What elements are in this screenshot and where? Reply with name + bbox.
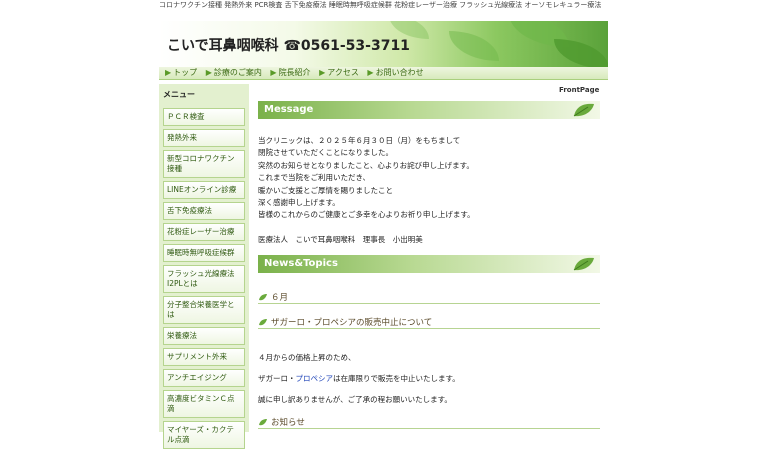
sidebar-item-sleep-apnea[interactable]: 睡眠時無呼吸症候群 [163,244,245,262]
message-body: 当クリニックは、２０２５年６月３０日（月）をもちまして 閉院させていただくことに… [258,135,600,222]
notice-heading: お知らせ [258,416,600,429]
notice-heading-text: お知らせ [271,418,305,428]
signature: 医療法人 こいで耳鼻咽喉科 理事長 小出明美 [258,235,423,244]
nav-contact[interactable]: ▶ お問い合わせ [367,67,423,79]
nav-label: お問い合わせ [375,68,424,77]
sidebar-item-line[interactable]: LINEオンライン診療 [163,181,245,199]
sidebar-item-nutrition[interactable]: 栄養療法 [163,327,245,345]
sidebar-item-myers[interactable]: マイヤーズ・カクテル点滴 [163,421,245,449]
month-heading: ６月 [258,291,600,304]
leaf-icon [573,257,594,271]
message-line: 深く感謝申し上げます。 [258,198,340,208]
topic-line: ザガーロ・プロペシアは在庫限りで販売を中止いたします。 [258,373,460,384]
leaf-decoration [554,39,608,67]
topic-text: ザガーロ・ [258,374,296,383]
message-line: 皆様のこれからのご健康とご多幸を心よりお祈り申し上げます。 [258,210,475,220]
leaf-decoration [449,31,499,61]
news-banner: News&Topics [258,255,600,273]
message-line: 閉院させていただくことになりました。 [258,148,393,158]
breadcrumb[interactable]: FrontPage [559,86,599,94]
message-line: これまで当院をご利用いただき、 [258,173,370,183]
message-line: 当クリニックは、２０２５年６月３０日（月）をもちまして [258,136,461,145]
nav-label: トップ [173,68,198,77]
sidebar-item-laser[interactable]: 花粉症レーザー治療 [163,223,245,241]
arrow-icon: ▶ [165,68,172,77]
leaf-icon [573,103,594,117]
sidebar-menu: ＰＣＲ検査 発熱外来 新型コロナワクチン接種 LINEオンライン診療 舌下免疫療… [163,108,245,452]
arrow-icon: ▶ [205,68,212,77]
clinic-name[interactable]: こいで耳鼻咽喉科 ☎0561-53-3711 [167,35,410,55]
leaf-bullet-icon [259,294,267,301]
propecia-link[interactable]: プロペシア [296,374,334,383]
message-line: 突然のお知らせとなりましたこと、心よりお詫び申し上げます。 [258,160,474,170]
topic-line: ４月からの価格上昇のため、 [258,353,356,362]
nav-top[interactable]: ▶ トップ [165,67,197,79]
topic-heading: ザガーロ・プロペシアの販売中止について [258,316,600,329]
sidebar-item-fever[interactable]: 発熱外来 [163,129,245,147]
nav-label: 診療のご案内 [213,68,262,77]
message-line: 暖かいご支援とご厚情を賜りましたこと [258,185,393,195]
nav-label: アクセス [327,68,359,77]
arrow-icon: ▶ [270,68,277,77]
sidebar-item-flash[interactable]: フラッシュ光線療法I2PLとは [163,265,245,293]
sidebar-item-pcr[interactable]: ＰＣＲ検査 [163,108,245,126]
leaf-bullet-icon [259,419,267,426]
news-title: News&Topics [264,258,338,269]
global-nav: ▶ トップ ▶ 診療のご案内 ▶ 院長紹介 ▶ アクセス ▶ お問い合わせ [159,67,608,80]
message-banner: Message [258,101,600,119]
nav-access[interactable]: ▶ アクセス [319,67,359,79]
arrow-icon: ▶ [319,68,326,77]
message-title: Message [264,104,314,115]
nav-director[interactable]: ▶ 院長紹介 [270,67,310,79]
sidebar-title: メニュー [163,90,195,99]
nav-services[interactable]: ▶ 診療のご案内 [206,67,262,79]
sidebar-item-orthomolecular[interactable]: 分子整合栄養医学とは [163,296,245,324]
topic-line: 誠に申し訳ありませんが、ご了承の程お願いいたします。 [258,395,452,404]
month-heading-text: ６月 [271,293,289,303]
leaf-bullet-icon [259,319,267,326]
nav-label: 院長紹介 [278,68,311,77]
sidebar-item-antiaging[interactable]: アンチエイジング [163,369,245,387]
topic-heading-text: ザガーロ・プロペシアの販売中止について [271,318,433,328]
sidebar-item-vaccine[interactable]: 新型コロナワクチン接種 [163,150,245,178]
sidebar-item-supplement[interactable]: サプリメント外来 [163,348,245,366]
topic-text: は在庫限りで販売を中止いたします。 [333,374,460,383]
site-header: こいで耳鼻咽喉科 ☎0561-53-3711 [159,21,608,67]
sidebar: メニュー ＰＣＲ検査 発熱外来 新型コロナワクチン接種 LINEオンライン診療 … [159,84,249,449]
sidebar-item-vitamin-c[interactable]: 高濃度ビタミンＣ点滴 [163,390,245,418]
seo-keywords: コロナワクチン接種 発熱外来 PCR検査 舌下免疫療法 睡眠時無呼吸症候群 花粉… [159,1,602,9]
sidebar-item-slit[interactable]: 舌下免疫療法 [163,202,245,220]
arrow-icon: ▶ [367,68,374,77]
